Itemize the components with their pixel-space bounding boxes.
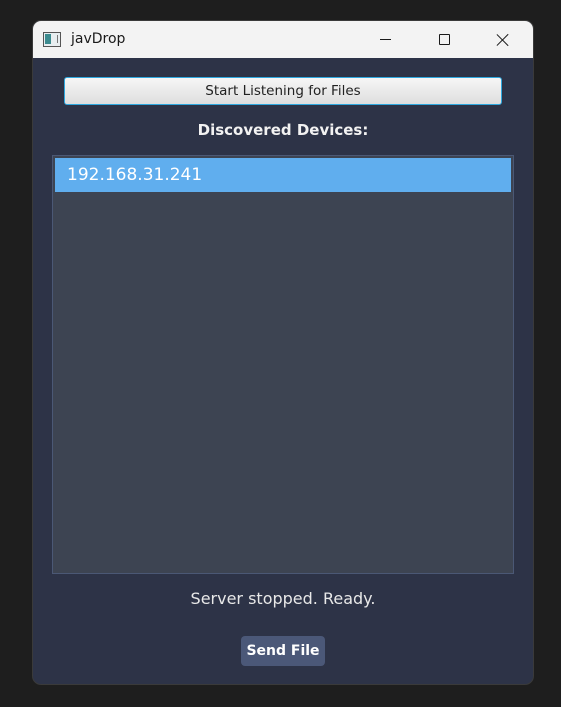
- status-text: Server stopped. Ready.: [190, 589, 376, 608]
- device-list[interactable]: 192.168.31.241: [52, 155, 514, 574]
- minimize-icon: [379, 39, 391, 40]
- close-icon: [496, 33, 510, 47]
- close-button[interactable]: [474, 21, 532, 58]
- start-listening-button[interactable]: Start Listening for Files: [64, 77, 502, 105]
- app-window: javDrop Start Listening for Files Discov…: [33, 21, 533, 684]
- minimize-button[interactable]: [356, 21, 414, 58]
- maximize-icon: [438, 34, 450, 45]
- window-title: javDrop: [71, 31, 126, 47]
- device-list-item[interactable]: 192.168.31.241: [55, 158, 511, 192]
- app-icon: [43, 32, 61, 47]
- title-bar[interactable]: javDrop: [33, 21, 533, 58]
- maximize-button[interactable]: [415, 21, 473, 58]
- send-file-button[interactable]: Send File: [241, 636, 325, 666]
- devices-heading: Discovered Devices:: [197, 121, 369, 139]
